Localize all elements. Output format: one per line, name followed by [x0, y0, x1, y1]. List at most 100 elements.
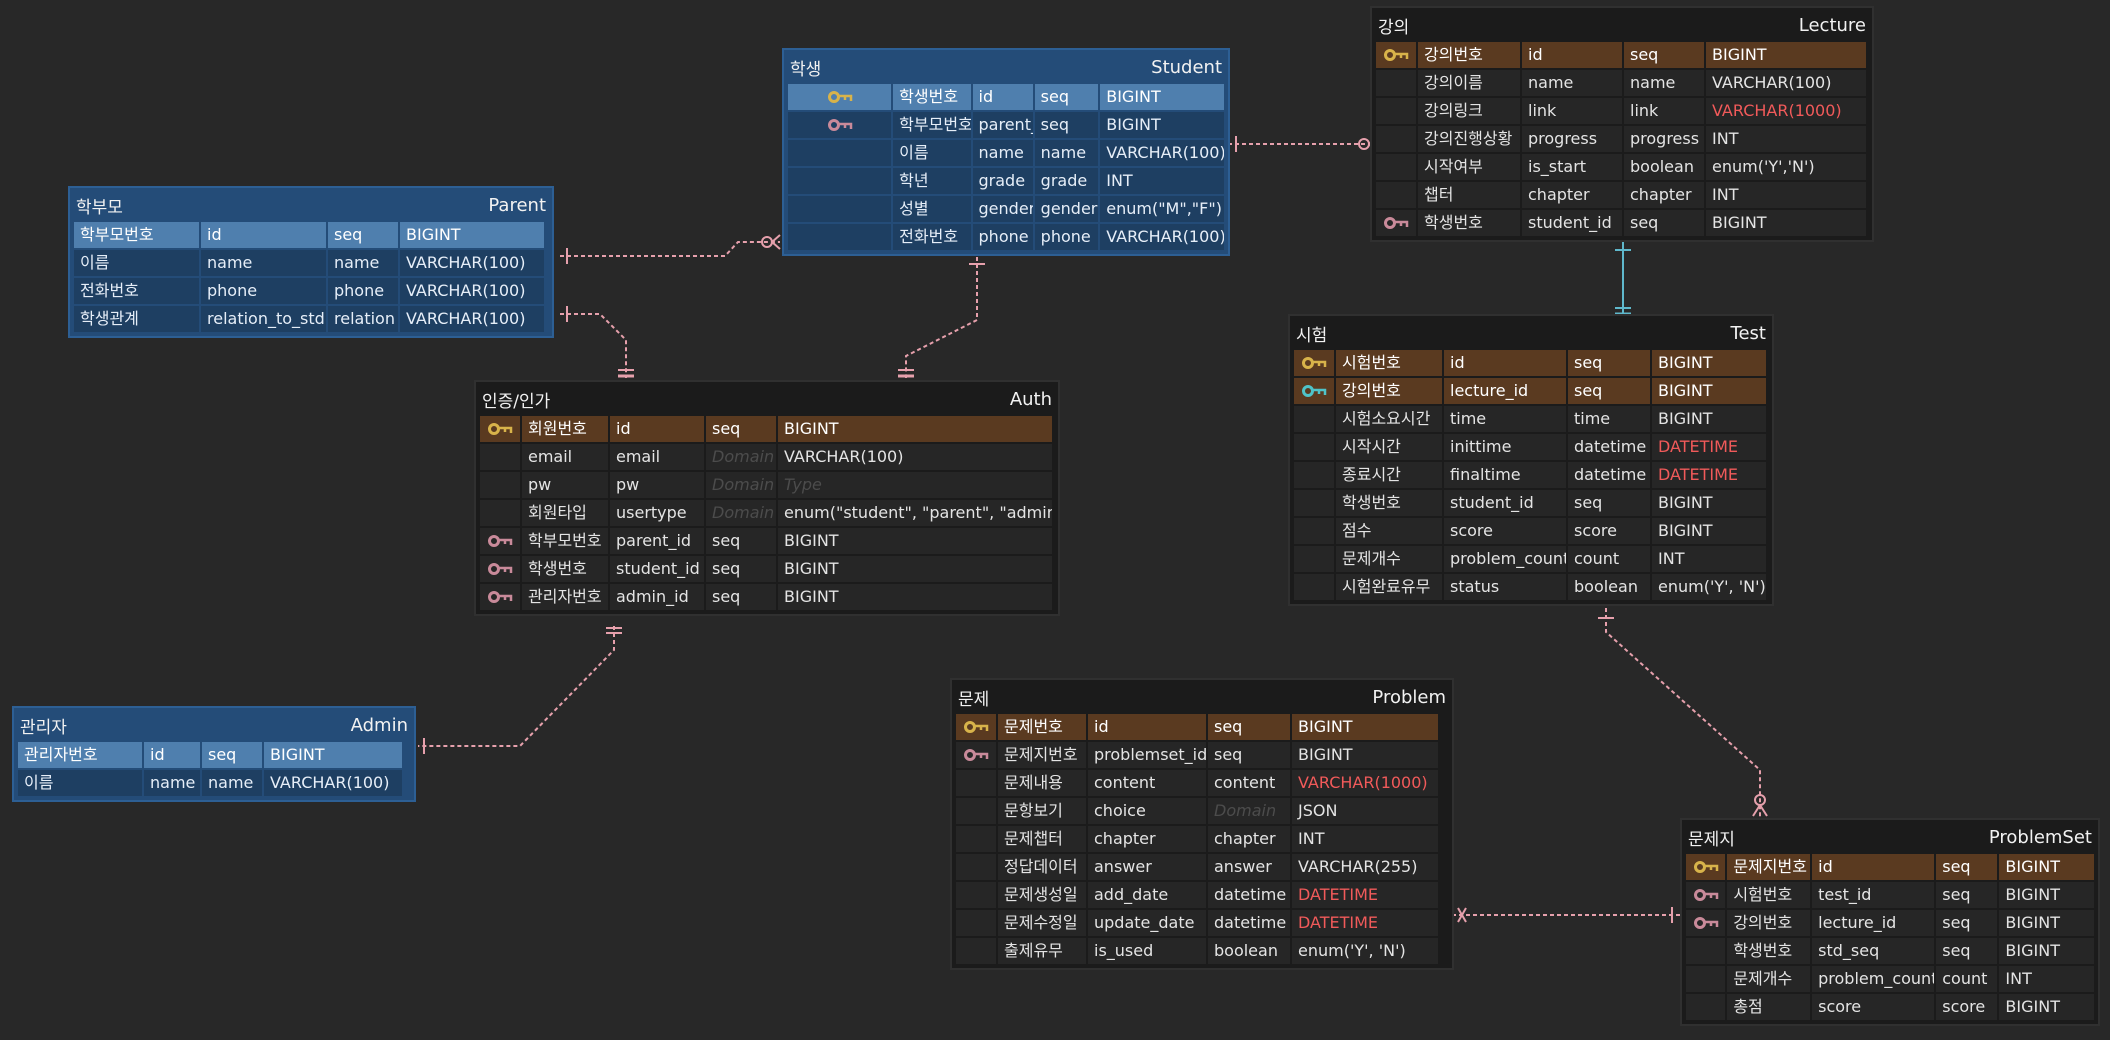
- entity-header[interactable]: 학부모 Parent: [74, 188, 548, 222]
- entity-problemset[interactable]: 문제지 ProblemSet 문제지번호 id seq BIGINT 시험번호 test_id…: [1680, 818, 2100, 1026]
- primary-key-row[interactable]: 학생번호 id seq BIGINT: [788, 84, 1224, 110]
- attribute-domain: seq: [1568, 350, 1650, 376]
- attribute-row[interactable]: 종료시간 finaltime datetime DATETIME: [1294, 462, 1768, 488]
- attribute-list: 시험번호 id seq BIGINT 강의번호 lecture_id seq BIGINT 시험…: [1294, 350, 1768, 600]
- attribute-physical-name: email: [610, 444, 704, 470]
- entity-header[interactable]: 관리자 Admin: [18, 708, 410, 742]
- attribute-logical-name: 학생번호: [893, 84, 971, 110]
- primary-key-icon: [1383, 48, 1409, 62]
- attribute-row[interactable]: 문제개수 problem_count count INT: [1686, 966, 2094, 992]
- attribute-row[interactable]: 점수 score score BIGINT: [1294, 518, 1768, 544]
- attribute-type: BIGINT: [1292, 742, 1438, 768]
- attribute-row[interactable]: email email Domain VARCHAR(100): [480, 444, 1054, 470]
- attribute-row[interactable]: 시험소요시간 time time BIGINT: [1294, 406, 1768, 432]
- attribute-row[interactable]: 강의번호 lecture_id seq BIGINT: [1686, 910, 2094, 936]
- attribute-row[interactable]: 학년 grade grade INT: [788, 168, 1224, 194]
- attribute-type: JSON: [1292, 798, 1438, 824]
- entity-header[interactable]: 문제 Problem: [956, 680, 1448, 714]
- entity-parent[interactable]: 학부모 Parent 학부모번호 id seq BIGINT 이름 name name VARCH…: [68, 186, 554, 338]
- attribute-row[interactable]: 이름 name name VARCHAR(100): [18, 770, 410, 796]
- attribute-row[interactable]: 문제수정일 update_date datetime DATETIME: [956, 910, 1448, 936]
- attribute-row[interactable]: 학부모번호parent_idseqBIGINT: [788, 112, 1224, 138]
- key-cell: [1686, 966, 1726, 992]
- attribute-domain: seq: [706, 556, 776, 582]
- attribute-row[interactable]: 학부모번호parent_idseqBIGINT: [480, 528, 1054, 554]
- attribute-row[interactable]: 문제지번호 problemset_id seq BIGINT: [956, 742, 1448, 768]
- attribute-type: BIGINT: [1652, 518, 1766, 544]
- entity-auth[interactable]: 인증/인가 Auth 회원번호 id seq BIGINT email email Domain…: [474, 380, 1060, 616]
- entity-header[interactable]: 시험 Test: [1294, 316, 1768, 350]
- attribute-list: 강의번호 id seq BIGINT 강의이름 name name VARCHAR(100) 강…: [1376, 42, 1868, 236]
- key-cell: [1376, 210, 1416, 236]
- attribute-row[interactable]: 총점 score score BIGINT: [1686, 994, 2094, 1020]
- primary-key-row[interactable]: 학부모번호 id seq BIGINT: [74, 222, 548, 248]
- key-cell: [480, 472, 520, 498]
- attribute-row[interactable]: 전화번호 phone phone VARCHAR(100): [74, 278, 548, 304]
- attribute-row[interactable]: 시작여부 is_start boolean enum('Y','N'): [1376, 154, 1868, 180]
- attribute-row[interactable]: 강의링크 link link VARCHAR(1000): [1376, 98, 1868, 124]
- entity-student[interactable]: 학생Student학생번호idseqBIGINT학부모번호parent_idse…: [782, 48, 1230, 256]
- primary-key-icon: [827, 90, 853, 104]
- attribute-row[interactable]: 문제생성일 add_date datetime DATETIME: [956, 882, 1448, 908]
- attribute-logical-name: 출제유무: [998, 938, 1086, 964]
- entity-header[interactable]: 인증/인가 Auth: [480, 382, 1054, 416]
- attribute-domain: time: [1568, 406, 1650, 432]
- entity-problem[interactable]: 문제 Problem 문제번호 id seq BIGINT 문제지번호 problemset_…: [950, 678, 1454, 970]
- attribute-list: 학생번호idseqBIGINT학부모번호parent_idseqBIGINT이름…: [788, 84, 1224, 250]
- attribute-row[interactable]: 강의진행상황 progress progress INT: [1376, 126, 1868, 152]
- attribute-row[interactable]: 성별 gender gender enum("M","F"): [788, 196, 1224, 222]
- attribute-row[interactable]: 문항보기 choice Domain JSON: [956, 798, 1448, 824]
- primary-key-row[interactable]: 시험번호 id seq BIGINT: [1294, 350, 1768, 376]
- entity-header[interactable]: 문제지 ProblemSet: [1686, 820, 2094, 854]
- attribute-row[interactable]: 전화번호 phone phone VARCHAR(100): [788, 224, 1224, 250]
- primary-key-row[interactable]: 관리자번호 id seq BIGINT: [18, 742, 410, 768]
- attribute-type: BIGINT: [778, 584, 1052, 610]
- entity-logical-name: 문제지: [1688, 829, 1735, 850]
- attribute-physical-name: time: [1444, 406, 1566, 432]
- entity-logical-name: 강의: [1378, 17, 1410, 38]
- attribute-row[interactable]: 챕터 chapter chapter INT: [1376, 182, 1868, 208]
- primary-key-row[interactable]: 강의번호 id seq BIGINT: [1376, 42, 1868, 68]
- attribute-row[interactable]: 회원타입 usertype Domain enum("student", "paren…: [480, 500, 1054, 526]
- attribute-row[interactable]: 학생번호 student_id seq BIGINT: [480, 556, 1054, 582]
- attribute-domain: phone: [1034, 224, 1099, 250]
- key-cell: [480, 556, 520, 582]
- attribute-domain: datetime: [1568, 434, 1650, 460]
- attribute-logical-name: 점수: [1336, 518, 1442, 544]
- attribute-physical-name: lecture_id: [1444, 378, 1566, 404]
- attribute-row[interactable]: 시험완료유무 status boolean enum('Y', 'N'): [1294, 574, 1768, 600]
- attribute-row[interactable]: 학생번호 std_seq seq BIGINT: [1686, 938, 2094, 964]
- primary-key-row[interactable]: 문제지번호 id seq BIGINT: [1686, 854, 2094, 880]
- attribute-type: BIGINT: [1292, 714, 1438, 740]
- primary-key-icon: [1693, 860, 1719, 874]
- attribute-physical-name: content: [1088, 770, 1206, 796]
- attribute-row[interactable]: 문제내용 content content VARCHAR(1000): [956, 770, 1448, 796]
- key-cell: [956, 910, 996, 936]
- attribute-physical-name: answer: [1088, 854, 1206, 880]
- attribute-row[interactable]: 학생번호 student_id seq BIGINT: [1294, 490, 1768, 516]
- key-cell: [788, 196, 892, 222]
- attribute-row[interactable]: 강의번호 lecture_id seq BIGINT: [1294, 378, 1768, 404]
- attribute-row[interactable]: 시험번호 test_id seq BIGINT: [1686, 882, 2094, 908]
- attribute-row[interactable]: 문제챕터 chapter chapter INT: [956, 826, 1448, 852]
- attribute-row[interactable]: 출제유무 is_used boolean enum('Y', 'N'): [956, 938, 1448, 964]
- attribute-row[interactable]: 문제개수 problem_count count INT: [1294, 546, 1768, 572]
- attribute-row[interactable]: 학생관계 relation_to_std relation VARCHAR(100): [74, 306, 548, 332]
- attribute-row[interactable]: 이름 name name VARCHAR(100): [74, 250, 548, 276]
- attribute-row[interactable]: 이름 name name VARCHAR(100): [788, 140, 1224, 166]
- entity-logical-name: 학생: [790, 59, 822, 80]
- entity-lecture[interactable]: 강의 Lecture 강의번호 id seq BIGINT 강의이름 name name VARC…: [1370, 6, 1874, 242]
- entity-test[interactable]: 시험 Test 시험번호 id seq BIGINT 강의번호 lecture_id seq BI…: [1288, 314, 1774, 606]
- attribute-row[interactable]: pw pw Domain Type: [480, 472, 1054, 498]
- attribute-row[interactable]: 학생번호 student_id seq BIGINT: [1376, 210, 1868, 236]
- attribute-row[interactable]: 정답데이터 answer answer VARCHAR(255): [956, 854, 1448, 880]
- attribute-row[interactable]: 관리자번호 admin_id seq BIGINT: [480, 584, 1054, 610]
- entity-admin[interactable]: 관리자 Admin 관리자번호 id seq BIGINT 이름 name name VARCHA…: [12, 706, 416, 802]
- attribute-row[interactable]: 강의이름 name name VARCHAR(100): [1376, 70, 1868, 96]
- primary-key-row[interactable]: 문제번호 id seq BIGINT: [956, 714, 1448, 740]
- primary-key-row[interactable]: 회원번호 id seq BIGINT: [480, 416, 1054, 442]
- attribute-row[interactable]: 시작시간 inittime datetime DATETIME: [1294, 434, 1768, 460]
- entity-header[interactable]: 강의 Lecture: [1376, 8, 1868, 42]
- entity-header[interactable]: 학생 Student: [788, 50, 1224, 84]
- attribute-logical-name: 시험완료유무: [1336, 574, 1442, 600]
